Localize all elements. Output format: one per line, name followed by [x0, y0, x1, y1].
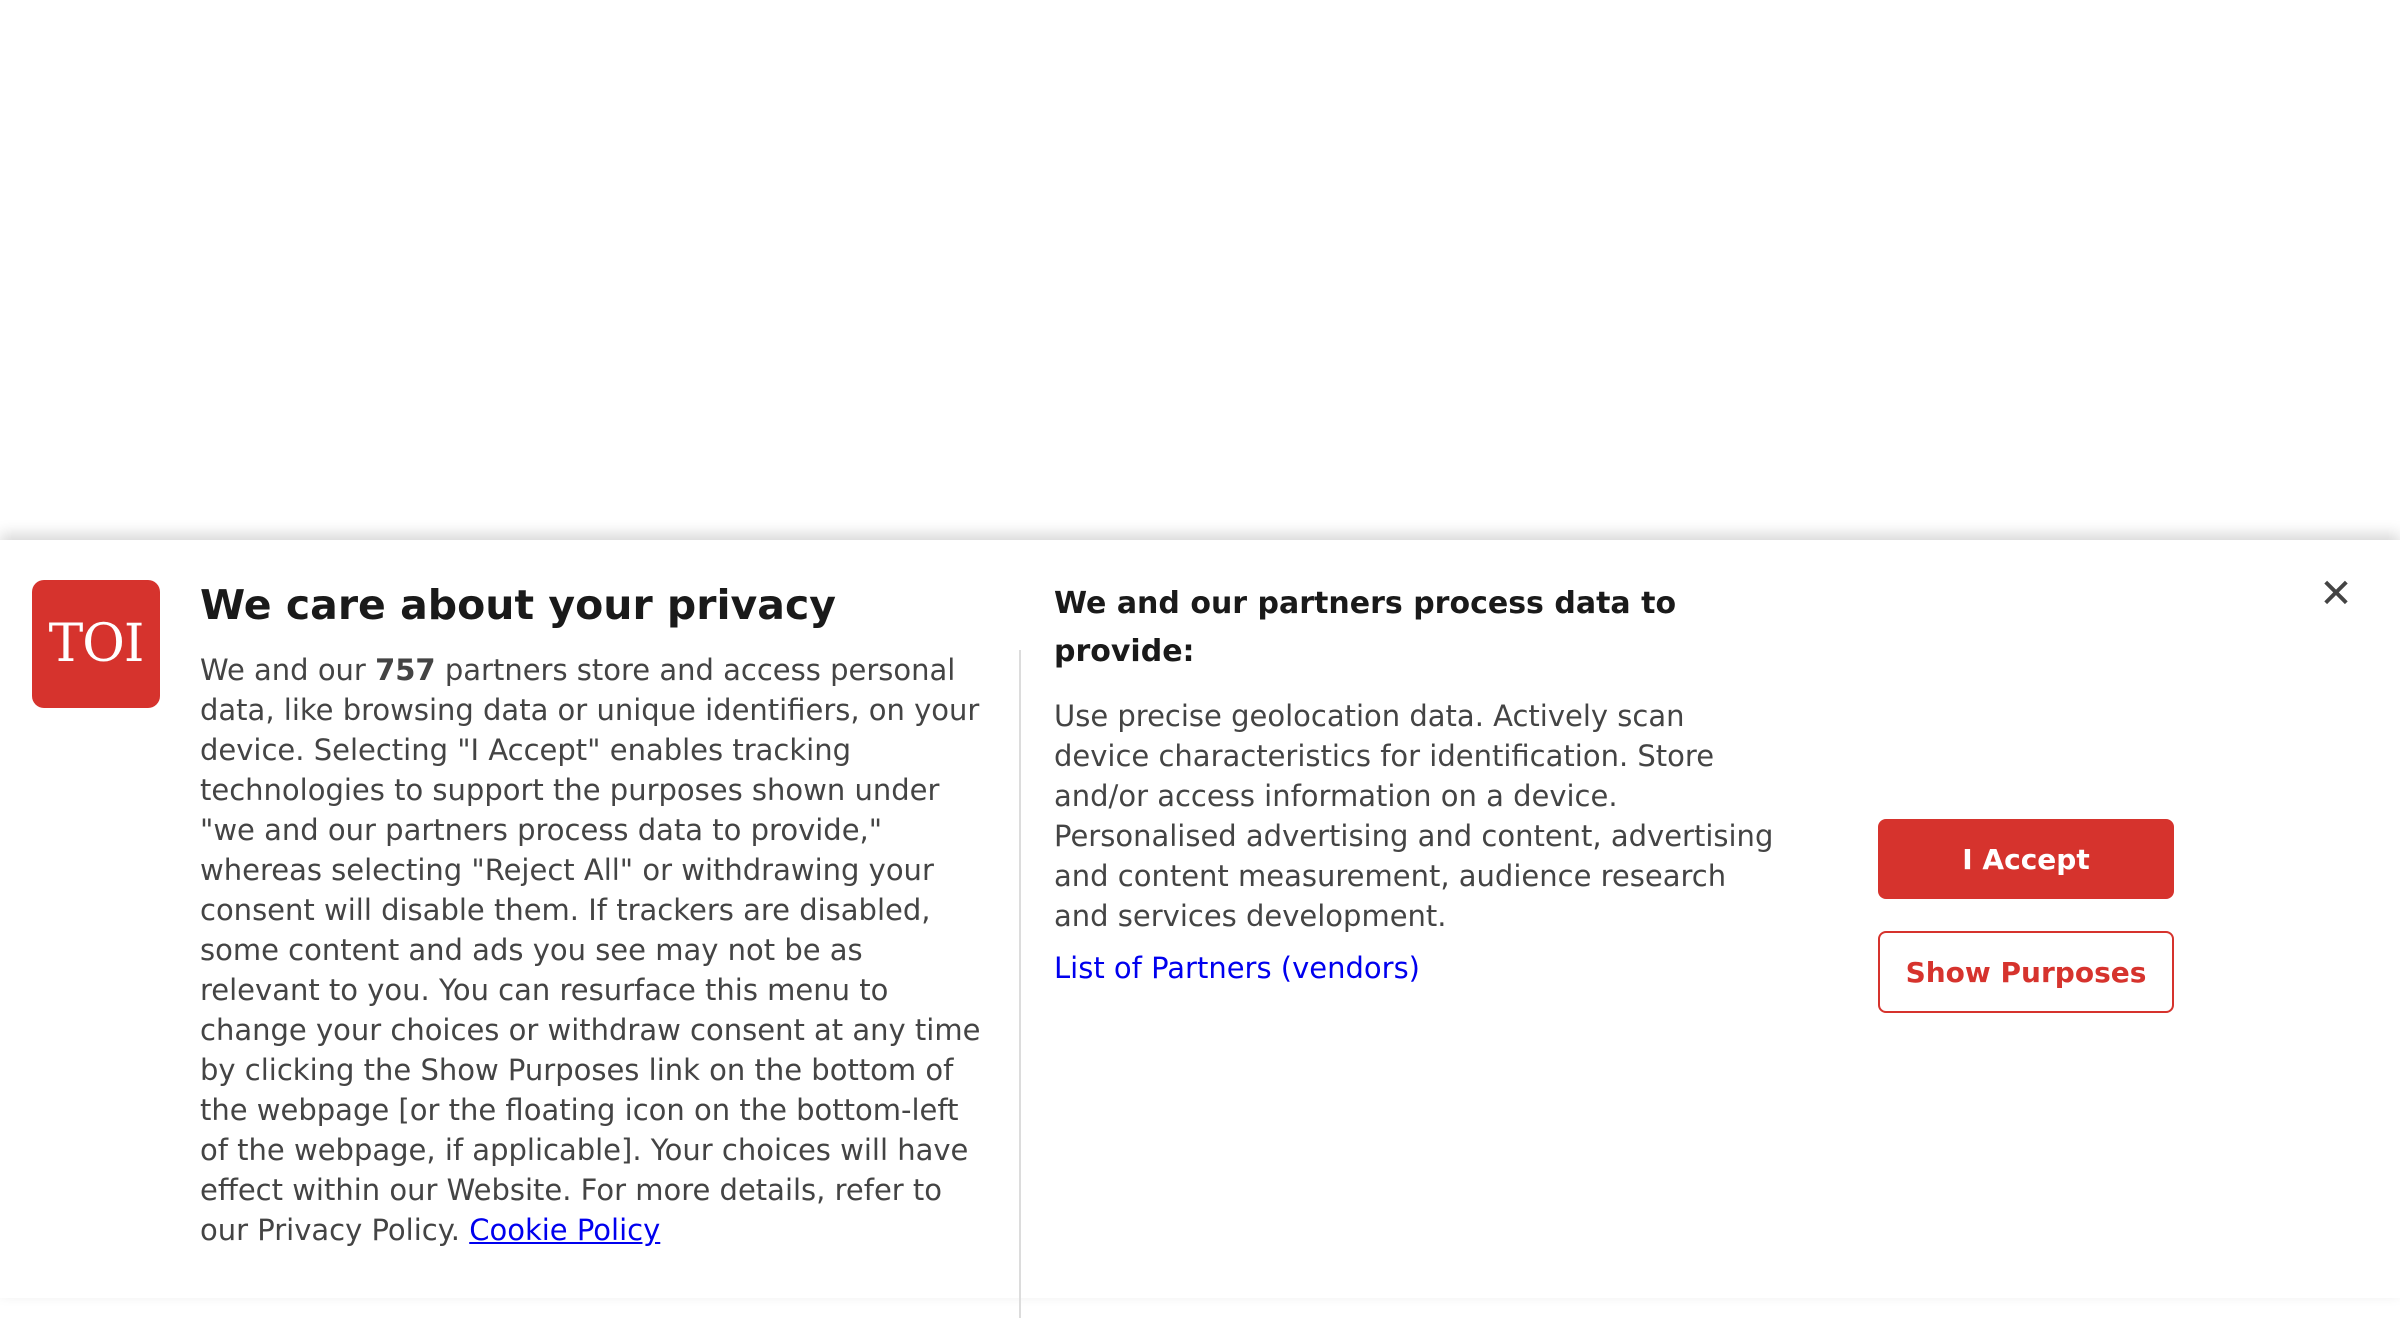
show-purposes-button[interactable]: Show Purposes — [1878, 931, 2174, 1013]
cookie-policy-link[interactable]: Cookie Policy — [469, 1213, 660, 1247]
accept-button[interactable]: I Accept — [1878, 819, 2174, 899]
close-icon[interactable]: ✕ — [2312, 570, 2360, 618]
partner-count: 757 — [375, 653, 436, 687]
description-prefix: We and our — [200, 653, 376, 687]
logo-text: TOI — [48, 614, 145, 674]
toi-logo: TOI — [32, 580, 160, 708]
purposes-heading: We and our partners process data to prov… — [1054, 586, 1677, 669]
consent-banner: TOI We care about your privacy We and ou… — [0, 540, 2400, 1318]
vendors-list-link[interactable]: List of Partners (vendors) — [1054, 948, 1420, 988]
consent-description: We and our 757 partners store and access… — [200, 650, 990, 1250]
purposes-text: Use precise geolocation data. Actively s… — [1054, 699, 1774, 933]
description-body: partners store and access personal data,… — [200, 653, 981, 1247]
consent-title: We care about your privacy — [200, 581, 836, 629]
page-content-area — [0, 0, 2400, 540]
column-divider — [1019, 650, 1021, 1318]
